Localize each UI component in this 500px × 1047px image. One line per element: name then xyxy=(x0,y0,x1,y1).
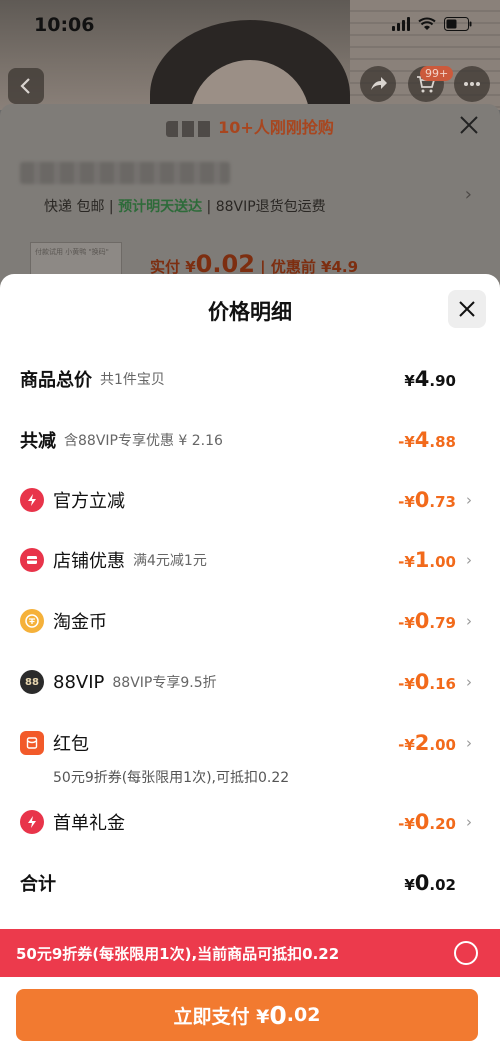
item-amount: -¥0.79 xyxy=(398,609,456,633)
buyer-avatars-icon xyxy=(166,120,213,137)
chevron-right-icon[interactable]: › xyxy=(465,184,472,205)
chevron-right-icon: › xyxy=(466,673,472,691)
hot-purchase-text: 10+人刚刚抢购 xyxy=(218,118,334,137)
red-packet-icon xyxy=(20,731,44,755)
item-amount: -¥0.73 xyxy=(398,488,456,512)
total-sub: 共1件宝贝 xyxy=(100,372,165,388)
reduced-amount: -¥4.88 xyxy=(398,428,456,452)
shop-coupon-icon xyxy=(20,548,44,572)
coupon-bar-text: 50元9折券(每张限用1次),当前商品可抵扣0.22 xyxy=(16,944,340,963)
pay-now-button[interactable]: 立即支付 ¥0.02 xyxy=(16,989,478,1041)
row-total-price: 商品总价 共1件宝贝 ¥4.90 xyxy=(20,361,480,397)
hot-purchase-banner: 10+人刚刚抢购 xyxy=(0,114,500,138)
chevron-right-icon: › xyxy=(466,734,472,752)
wifi-icon xyxy=(418,17,436,30)
total-amount: ¥4.90 xyxy=(404,367,456,391)
reduced-label: 共减 xyxy=(20,431,56,452)
more-dots-icon xyxy=(464,82,480,86)
back-button[interactable] xyxy=(8,68,44,104)
red-packet-note: 50元9折券(每张限用1次),可抵扣0.22 xyxy=(53,770,290,786)
row-total-reduced: 共减 含88VIP专享优惠 ¥ 2.16 -¥4.88 xyxy=(20,422,480,458)
status-time: 10:06 xyxy=(34,14,95,36)
chevron-right-icon: › xyxy=(466,551,472,569)
88vip-icon: 88 xyxy=(20,670,44,694)
sum-amount: ¥0.02 xyxy=(404,871,456,895)
delivery-info: 快递 包邮 | 预计明天送达 | 88VIP退货包运费 xyxy=(44,199,326,215)
item-label: 店铺优惠 xyxy=(53,551,125,572)
item-sub: 满4元减1元 xyxy=(133,553,207,569)
chevron-right-icon: › xyxy=(466,491,472,509)
status-bar: 10:06 xyxy=(0,0,500,50)
row-first-order-gift[interactable]: 首单礼金 -¥0.20 › xyxy=(20,804,480,840)
lightning-icon xyxy=(20,810,44,834)
item-label: 首单礼金 xyxy=(53,813,125,834)
price-detail-sheet: 价格明细 商品总价 共1件宝贝 ¥4.90 共减 含88VIP专享优惠 ¥ 2.… xyxy=(0,274,500,1047)
coupon-select-bar[interactable]: 50元9折券(每张限用1次),当前商品可抵扣0.22 xyxy=(0,929,500,977)
row-red-packet[interactable]: 红包 -¥2.00 › xyxy=(20,725,480,761)
row-sum: 合计 ¥0.02 xyxy=(20,865,480,901)
item-label: 淘金币 xyxy=(53,612,107,633)
more-button[interactable] xyxy=(454,66,490,102)
reduced-sub: 含88VIP专享优惠 ¥ 2.16 xyxy=(64,433,223,449)
item-sub: 88VIP专享9.5折 xyxy=(112,675,217,691)
pay-button-label: 立即支付 ¥ xyxy=(173,1005,270,1028)
row-shop-discount[interactable]: 店铺优惠 满4元减1元 -¥1.00 › xyxy=(20,542,480,578)
address-blurred[interactable] xyxy=(20,162,230,184)
pay-button-amount-dec: .02 xyxy=(286,1004,321,1026)
row-88vip[interactable]: 88 88VIP 88VIP专享9.5折 -¥0.16 › xyxy=(20,664,480,700)
lightning-icon xyxy=(20,488,44,512)
gold-coin-icon xyxy=(20,609,44,633)
total-label: 商品总价 xyxy=(20,370,92,391)
row-official-discount[interactable]: 官方立减 -¥0.73 › xyxy=(20,482,480,518)
item-amount: -¥0.20 xyxy=(398,810,456,834)
top-nav: 99+ xyxy=(0,64,500,104)
product-thumb-text: 付款试用 小黄鸭 "换码" xyxy=(35,248,109,256)
row-gold-coin[interactable]: 淘金币 -¥0.79 › xyxy=(20,603,480,639)
share-button[interactable] xyxy=(360,66,396,102)
item-amount: -¥0.16 xyxy=(398,670,456,694)
sheet-title: 价格明细 xyxy=(208,300,292,324)
sum-label: 合计 xyxy=(20,874,56,895)
delivery-vip: 88VIP退货包运费 xyxy=(215,199,326,215)
item-label: 官方立减 xyxy=(53,491,125,512)
cart-count-badge: 99+ xyxy=(420,66,454,81)
share-icon xyxy=(371,77,387,90)
item-label: 88VIP xyxy=(53,671,105,693)
battery-icon xyxy=(444,17,472,31)
delivery-eta: 预计明天送达 xyxy=(118,199,203,215)
signal-icon xyxy=(392,17,410,31)
chevron-right-icon: › xyxy=(466,813,472,831)
item-amount: -¥1.00 xyxy=(398,548,456,572)
pay-button-amount-int: 0 xyxy=(269,1000,287,1030)
chevron-left-icon xyxy=(20,78,30,94)
item-amount: -¥2.00 xyxy=(398,731,456,755)
item-label: 红包 xyxy=(53,734,89,755)
delivery-express: 快递 包邮 xyxy=(44,199,105,215)
close-icon[interactable] xyxy=(458,114,480,136)
chevron-right-icon: › xyxy=(466,612,472,630)
coupon-radio[interactable] xyxy=(454,941,478,965)
close-button[interactable] xyxy=(448,290,486,328)
close-icon xyxy=(459,301,475,317)
